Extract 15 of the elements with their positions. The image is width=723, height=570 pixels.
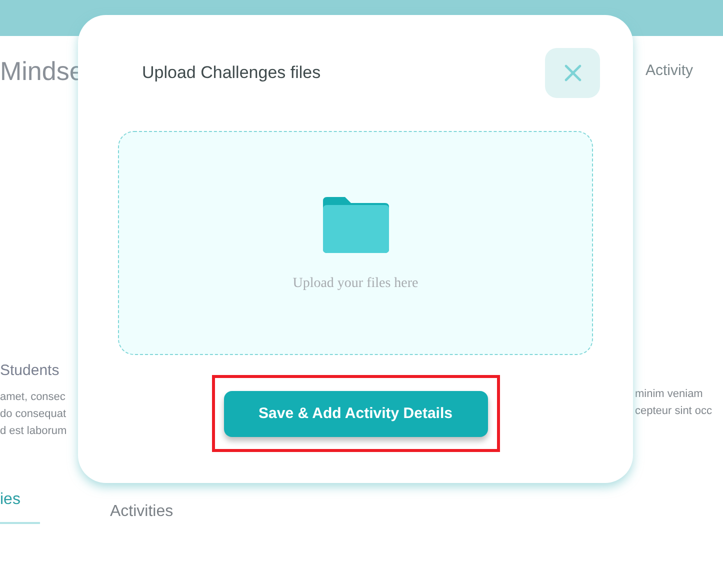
save-button[interactable]: Save & Add Activity Details bbox=[224, 391, 488, 437]
section-title: Students bbox=[0, 361, 60, 381]
body-text: amet, consec bbox=[0, 390, 66, 404]
folder-icon bbox=[322, 196, 388, 252]
close-button[interactable] bbox=[545, 48, 600, 98]
dialog-title: Upload Challenges files bbox=[142, 62, 321, 84]
body-text: cepteur sint occ bbox=[635, 404, 714, 419]
upload-hint: Upload your files here bbox=[292, 274, 418, 292]
tab[interactable]: ies bbox=[0, 488, 40, 524]
tab[interactable]: Activities bbox=[110, 488, 174, 524]
body-text: do consequat bbox=[0, 406, 68, 422]
body-text: minim veniam bbox=[635, 387, 704, 402]
body-text: d est laborum bbox=[0, 424, 68, 438]
tab-label: Activity bbox=[645, 60, 693, 81]
drop-zone[interactable]: Upload your files here bbox=[118, 131, 593, 355]
